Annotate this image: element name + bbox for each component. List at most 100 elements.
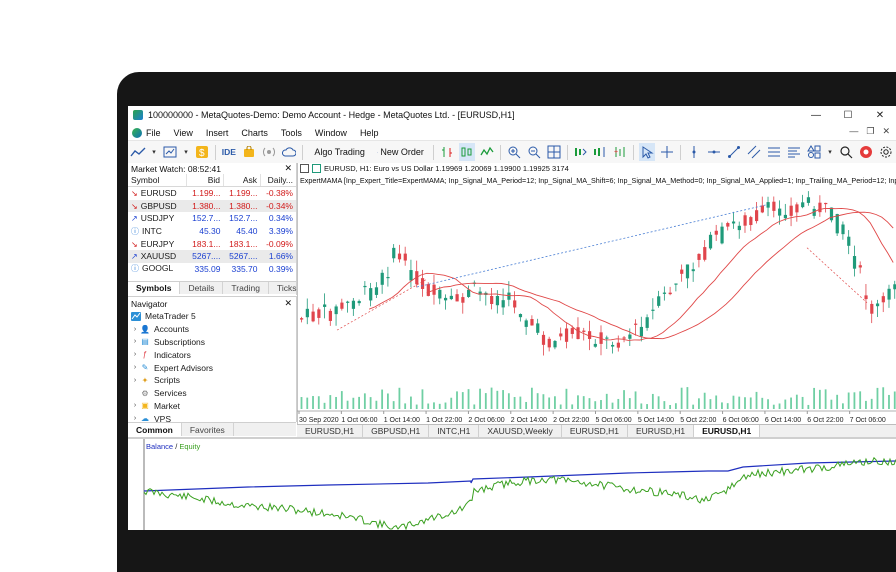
symbol-cell[interactable]: ↘ EURJPY [128, 237, 187, 250]
column-bid[interactable]: Bid [186, 174, 224, 187]
tab-favorites[interactable]: Favorites [182, 423, 234, 436]
chart-shift-icon[interactable] [592, 143, 608, 161]
column-daily[interactable]: Daily... [260, 174, 296, 187]
navigator-item-accounts[interactable]: › 👤 Accounts [128, 323, 296, 336]
symbol-cell[interactable]: ↘ GBPUSD [128, 199, 187, 213]
menu-window[interactable]: Window [315, 128, 347, 138]
navigator-root[interactable]: MetaTrader 5 [128, 310, 296, 323]
chart-tab[interactable]: XAUUSD,Weekly [479, 425, 562, 437]
table-row[interactable]: ↘ EURUSD 1.199... 1.199... -0.38% [128, 187, 296, 200]
dollar-icon[interactable]: $ [194, 143, 210, 161]
dropdown-chevron-icon[interactable]: ▾ [826, 143, 834, 161]
chart-tab[interactable]: EURUSD,H1 [628, 425, 695, 437]
chart-tab[interactable]: EURUSD,H1 [694, 425, 761, 437]
symbol-cell[interactable]: ⓘ INTC [128, 225, 187, 238]
tab-symbols[interactable]: Symbols [128, 282, 181, 294]
price-chart[interactable]: 30 Sep 2020 1 Oct 06:00 1 Oct 14:00 1 Oct 2… [297, 163, 896, 425]
navigator-item-indicators[interactable]: › ƒ Indicators [128, 348, 296, 361]
tab-common[interactable]: Common [128, 423, 182, 436]
column-ask[interactable]: Ask [223, 174, 261, 187]
minimize-button[interactable]: — [800, 106, 832, 124]
menu-tools[interactable]: Tools [281, 128, 302, 138]
symbol-cell[interactable]: ⓘ GOOGL [128, 263, 187, 276]
menu-insert[interactable]: Insert [206, 128, 229, 138]
symbol-cell[interactable]: ↗ XAUUSD [128, 249, 187, 263]
cursor-icon[interactable] [639, 143, 656, 161]
close-icon[interactable]: ✕ [284, 163, 292, 174]
vertical-line-icon[interactable] [686, 143, 702, 161]
menu-help[interactable]: Help [360, 128, 379, 138]
table-row[interactable]: ⓘ GOOGL 335.09 335.70 0.39% [128, 263, 296, 276]
table-row[interactable]: ↘ EURJPY 183.1... 183.1... -0.09% [128, 237, 296, 250]
chart-type-icon[interactable] [130, 143, 146, 161]
menu-view[interactable]: View [174, 128, 193, 138]
channel-icon[interactable] [746, 143, 762, 161]
settings-gear-icon[interactable] [878, 143, 894, 161]
text-tool-icon[interactable] [786, 143, 802, 161]
chart-tab[interactable]: INTC,H1 [429, 425, 480, 437]
symbol-cell[interactable]: ↗ USDJPY [128, 212, 187, 225]
volume-bar [634, 391, 637, 409]
signals-icon[interactable] [261, 143, 277, 161]
menu-charts[interactable]: Charts [241, 128, 268, 138]
chart-canvas[interactable]: 30 Sep 2020 1 Oct 06:00 1 Oct 14:00 1 Oct 2… [297, 163, 896, 425]
table-row[interactable]: ⓘ INTC 45.30 45.40 3.39% [128, 225, 296, 238]
child-restore-button[interactable]: ❐ [866, 126, 874, 137]
algo-trading-button[interactable]: Algo Trading [308, 142, 369, 162]
chevron-right-icon[interactable]: › [130, 364, 140, 371]
navigator-item-expert-advisors[interactable]: › ✎ Expert Advisors [128, 361, 296, 374]
zoom-out-icon[interactable] [526, 143, 542, 161]
table-row[interactable]: ↗ XAUUSD 5267.... 5267.... 1.66% [128, 249, 296, 263]
menu-file[interactable]: File [146, 128, 161, 138]
candle-body [467, 289, 471, 297]
crosshair-icon[interactable] [659, 143, 675, 161]
chart-candle-icon[interactable] [312, 164, 321, 173]
chevron-right-icon[interactable]: › [130, 377, 140, 384]
tab-trading[interactable]: Trading [223, 282, 269, 294]
candlestick-icon[interactable] [458, 143, 475, 161]
bar-chart-icon[interactable] [439, 143, 455, 161]
templates-icon[interactable] [162, 143, 178, 161]
navigator-item-subscriptions[interactable]: › ▤ Subscriptions [128, 336, 296, 349]
child-close-button[interactable]: ✕ [882, 126, 890, 137]
scroll-chart-icon[interactable] [572, 143, 588, 161]
navigator-item-scripts[interactable]: › ✦ Scripts [128, 374, 296, 387]
navigator-item-market[interactable]: › ▣ Market [128, 400, 296, 413]
symbol-cell[interactable]: ↘ EURUSD [128, 187, 187, 200]
chevron-right-icon[interactable]: › [130, 351, 140, 358]
dropdown-chevron-icon[interactable]: ▾ [150, 143, 158, 161]
chart-tab[interactable]: EURUSD,H1 [562, 425, 628, 437]
tile-windows-icon[interactable] [546, 143, 562, 161]
dropdown-chevron-icon[interactable]: ▾ [182, 143, 190, 161]
table-row[interactable]: ↘ GBPUSD 1.380... 1.380... -0.34% [128, 199, 296, 213]
trendline-icon[interactable] [726, 143, 742, 161]
chart-menu-icon[interactable] [300, 164, 309, 173]
navigator-item-services[interactable]: ⚙ Services [128, 387, 296, 400]
chevron-right-icon[interactable]: › [130, 338, 140, 345]
zoom-in-icon[interactable] [506, 143, 522, 161]
chart-tab[interactable]: GBPUSD,H1 [363, 425, 430, 437]
volume-bar [490, 387, 493, 409]
close-icon[interactable]: ✕ [284, 298, 292, 309]
tab-details[interactable]: Details [180, 282, 224, 294]
chevron-right-icon[interactable]: › [130, 326, 140, 333]
table-row[interactable]: ↗ USDJPY 152.7... 152.7... 0.34% [128, 212, 296, 225]
ide-button[interactable]: IDE [221, 143, 237, 161]
fibonacci-icon[interactable] [766, 143, 782, 161]
line-chart-icon[interactable] [479, 143, 495, 161]
column-symbol[interactable]: Symbol [128, 174, 187, 187]
close-button[interactable]: ✕ [864, 106, 896, 124]
chevron-right-icon[interactable]: › [130, 402, 140, 409]
child-minimize-button[interactable]: — [849, 126, 858, 137]
new-order-button[interactable]: New Order [373, 142, 428, 162]
notifications-icon[interactable] [858, 143, 874, 161]
volume-bar [715, 395, 718, 409]
horizontal-line-icon[interactable] [706, 143, 722, 161]
indicators-icon[interactable]: + [612, 143, 628, 161]
shapes-icon[interactable] [806, 143, 822, 161]
shopping-bag-icon[interactable] [241, 143, 257, 161]
maximize-button[interactable]: ☐ [832, 106, 864, 124]
search-icon[interactable] [838, 143, 854, 161]
chart-tab[interactable]: EURUSD,H1 [297, 425, 364, 437]
cloud-icon[interactable] [281, 143, 297, 161]
